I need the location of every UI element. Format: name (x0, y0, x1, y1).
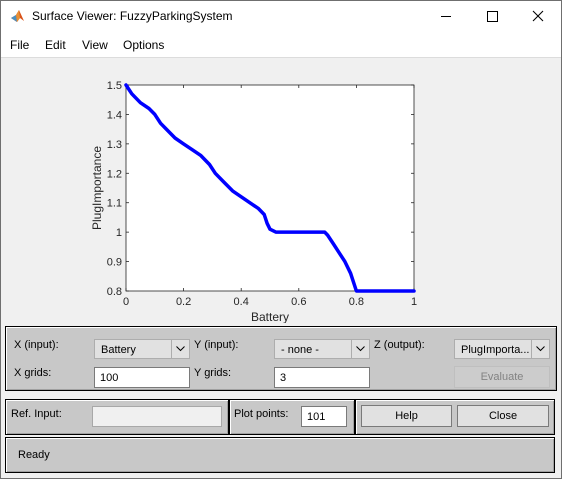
x-tick-label: 0.2 (176, 296, 191, 308)
matlab-app-icon (11, 10, 24, 22)
plot-axes-box (125, 84, 415, 292)
x-input-value: Battery (101, 344, 136, 356)
y-input-value: - none - (281, 344, 319, 356)
y-grids-field[interactable]: 3 (274, 367, 370, 388)
y-tick-label: 0.9 (107, 257, 122, 269)
surface-viewer-window: Surface Viewer: FuzzyParkingSystem File … (0, 0, 562, 479)
z-output-label: Z (output): (374, 339, 425, 351)
minimize-icon (441, 16, 451, 17)
window-title: Surface Viewer: FuzzyParkingSystem (32, 9, 233, 23)
evaluate-button[interactable]: Evaluate (454, 366, 550, 388)
title-bar[interactable]: Surface Viewer: FuzzyParkingSystem (1, 1, 561, 32)
menu-edit[interactable]: Edit (45, 38, 66, 52)
x-tick-label: 0.6 (291, 296, 306, 308)
plot-area: 0 0.2 0.4 0.6 0.8 1 0.8 0.9 1 1.1 1.2 1.3 1.4 1.5 Batt… (1, 58, 561, 323)
chevron-down-icon (176, 346, 185, 352)
x-tick-label: 0.4 (234, 296, 249, 308)
z-output-value: PlugImporta... (461, 344, 530, 356)
y-input-select[interactable]: - none - (274, 339, 370, 359)
y-tick-label: 1 (116, 227, 122, 239)
menu-file[interactable]: File (10, 38, 29, 52)
actions-panel: Help Close (355, 399, 555, 435)
minimize-button[interactable] (423, 1, 469, 32)
maximize-icon (487, 11, 498, 22)
y-input-label: Y (input): (194, 339, 239, 351)
plot-points-field[interactable]: 101 (301, 406, 347, 427)
x-input-label: X (input): (14, 339, 59, 351)
y-grids-label: Y grids: (194, 367, 232, 379)
plot-points-label: Plot points: (234, 408, 289, 420)
ref-input-panel: Ref. Input: (5, 399, 229, 435)
help-button[interactable]: Help (361, 405, 452, 427)
y-tick-label: 1.5 (107, 80, 122, 92)
y-tick-label: 1.3 (107, 139, 122, 151)
plot-points-panel: Plot points: 101 (229, 399, 355, 435)
y-tick-label: 1.1 (107, 198, 122, 210)
menu-view[interactable]: View (82, 38, 108, 52)
x-grids-label: X grids: (14, 367, 52, 379)
y-tick-label: 1.4 (107, 109, 122, 121)
surface-plot[interactable]: 0 0.2 0.4 0.6 0.8 1 0.8 0.9 1 1.1 1.2 1.3 1.4 1.5 Batt… (1, 58, 561, 323)
x-tick-label: 0.8 (349, 296, 364, 308)
ref-input-field[interactable] (92, 406, 222, 427)
axes-selection-panel: X (input): Battery Y (input): - none - Z… (5, 326, 557, 391)
x-grids-field[interactable]: 100 (94, 367, 190, 388)
y-tick-label: 1.2 (107, 168, 122, 180)
close-window-button[interactable] (515, 1, 561, 32)
z-output-select[interactable]: PlugImporta... (454, 339, 550, 359)
close-icon (532, 10, 544, 22)
status-text: Ready (18, 449, 50, 461)
y-tick-label: 0.8 (107, 286, 122, 298)
maximize-button[interactable] (469, 1, 515, 32)
x-tick-label: 0 (123, 296, 129, 308)
y-axis-label: PlugImportance (90, 146, 104, 230)
menu-options[interactable]: Options (123, 38, 164, 52)
x-input-select[interactable]: Battery (94, 339, 190, 359)
chevron-down-icon (356, 346, 365, 352)
chevron-down-icon (536, 346, 545, 352)
menu-bar: File Edit View Options (1, 32, 561, 58)
close-button[interactable]: Close (457, 405, 549, 427)
x-axis-label: Battery (251, 310, 289, 323)
ref-input-label: Ref. Input: (11, 408, 62, 420)
x-tick-label: 1 (411, 296, 417, 308)
status-panel: Ready (5, 437, 555, 473)
